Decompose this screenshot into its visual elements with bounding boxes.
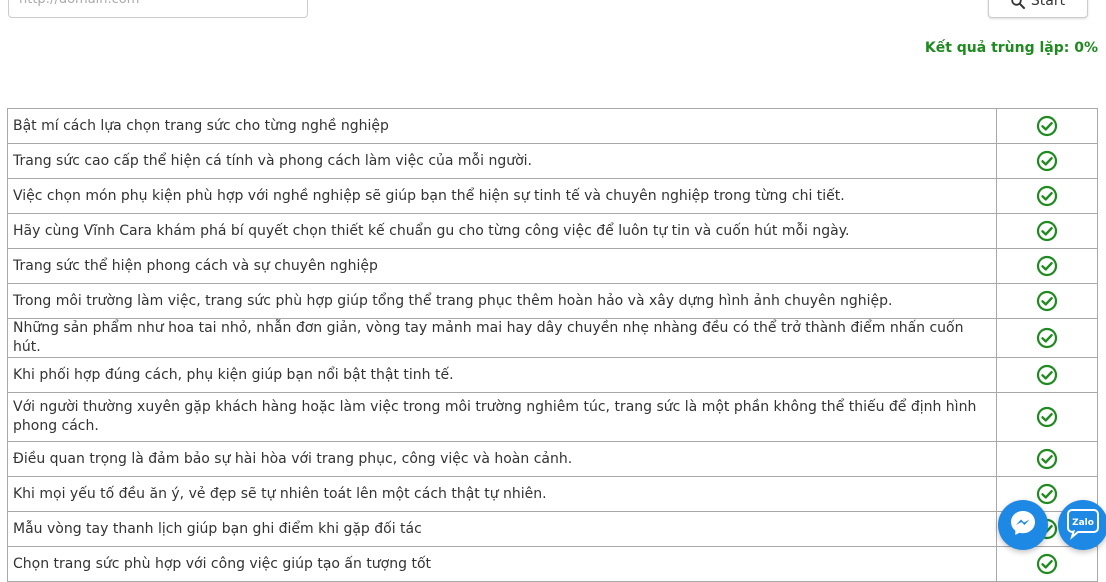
status-cell xyxy=(996,357,1098,393)
status-cell xyxy=(996,546,1098,582)
sentence-cell: Trong môi trường làm việc, trang sức phù… xyxy=(7,283,997,319)
check-circle-icon xyxy=(1036,406,1058,428)
check-circle-icon xyxy=(1036,483,1058,505)
duplicate-result: Kết quả trùng lặp: 0% xyxy=(924,40,1098,56)
zalo-icon: Zalo xyxy=(1066,506,1100,544)
status-cell xyxy=(996,392,1098,442)
zalo-label: Zalo xyxy=(1072,518,1094,528)
sentence-cell: Bật mí cách lựa chọn trang sức cho từng … xyxy=(7,108,997,144)
messenger-icon xyxy=(1008,508,1038,542)
status-cell xyxy=(996,108,1098,144)
check-circle-icon xyxy=(1036,364,1058,386)
table-row: Bật mí cách lựa chọn trang sức cho từng … xyxy=(7,108,1098,144)
results-table: Bật mí cách lựa chọn trang sức cho từng … xyxy=(7,108,1098,582)
status-cell xyxy=(996,441,1098,477)
table-row: Mẫu vòng tay thanh lịch giúp bạn ghi điể… xyxy=(7,511,1098,547)
sentence-cell: Trang sức thể hiện phong cách và sự chuy… xyxy=(7,248,997,284)
table-row: Việc chọn món phụ kiện phù hợp với nghề … xyxy=(7,178,1098,214)
check-circle-icon xyxy=(1036,553,1058,575)
check-circle-icon xyxy=(1036,115,1058,137)
start-button-label: Start xyxy=(1030,0,1066,9)
status-cell xyxy=(996,213,1098,249)
table-row: Trang sức thể hiện phong cách và sự chuy… xyxy=(7,248,1098,284)
status-cell xyxy=(996,143,1098,179)
check-circle-icon xyxy=(1036,150,1058,172)
start-button[interactable]: Start xyxy=(988,0,1088,18)
sentence-cell: Với người thường xuyên gặp khách hàng ho… xyxy=(7,392,997,442)
status-cell xyxy=(996,178,1098,214)
search-icon xyxy=(1011,0,1025,9)
table-row: Điều quan trọng là đảm bảo sự hài hòa vớ… xyxy=(7,441,1098,477)
table-row: Trang sức cao cấp thể hiện cá tính và ph… xyxy=(7,143,1098,179)
check-circle-icon xyxy=(1036,185,1058,207)
table-row: Chọn trang sức phù hợp với công việc giú… xyxy=(7,546,1098,582)
table-row: Trong môi trường làm việc, trang sức phù… xyxy=(7,283,1098,319)
status-cell xyxy=(996,248,1098,284)
sentence-cell: Mẫu vòng tay thanh lịch giúp bạn ghi điể… xyxy=(7,511,997,547)
check-circle-icon xyxy=(1036,327,1058,349)
sentence-cell: Việc chọn món phụ kiện phù hợp với nghề … xyxy=(7,178,997,214)
check-circle-icon xyxy=(1036,290,1058,312)
sentence-cell: Hãy cùng Vĩnh Cara khám phá bí quyết chọ… xyxy=(7,213,997,249)
check-circle-icon xyxy=(1036,220,1058,242)
table-row: Khi mọi yếu tố đều ăn ý, vẻ đẹp sẽ tự nh… xyxy=(7,476,1098,512)
sentence-cell: Trang sức cao cấp thể hiện cá tính và ph… xyxy=(7,143,997,179)
table-row: Hãy cùng Vĩnh Cara khám phá bí quyết chọ… xyxy=(7,213,1098,249)
table-row: Với người thường xuyên gặp khách hàng ho… xyxy=(7,392,1098,442)
check-circle-icon xyxy=(1036,255,1058,277)
sentence-cell: Khi mọi yếu tố đều ăn ý, vẻ đẹp sẽ tự nh… xyxy=(7,476,997,512)
table-row: Khi phối hợp đúng cách, phụ kiện giúp bạ… xyxy=(7,357,1098,393)
status-cell xyxy=(996,318,1098,358)
messenger-button[interactable] xyxy=(998,500,1048,550)
check-circle-icon xyxy=(1036,448,1058,470)
sentence-cell: Chọn trang sức phù hợp với công việc giú… xyxy=(7,546,997,582)
sentence-cell: Những sản phẩm như hoa tai nhỏ, nhẫn đơn… xyxy=(7,318,997,358)
status-cell xyxy=(996,283,1098,319)
url-input[interactable] xyxy=(8,0,308,18)
sentence-cell: Điều quan trọng là đảm bảo sự hài hòa vớ… xyxy=(7,441,997,477)
sentence-cell: Khi phối hợp đúng cách, phụ kiện giúp bạ… xyxy=(7,357,997,393)
table-row: Những sản phẩm như hoa tai nhỏ, nhẫn đơn… xyxy=(7,318,1098,358)
zalo-button[interactable]: Zalo xyxy=(1058,500,1106,550)
